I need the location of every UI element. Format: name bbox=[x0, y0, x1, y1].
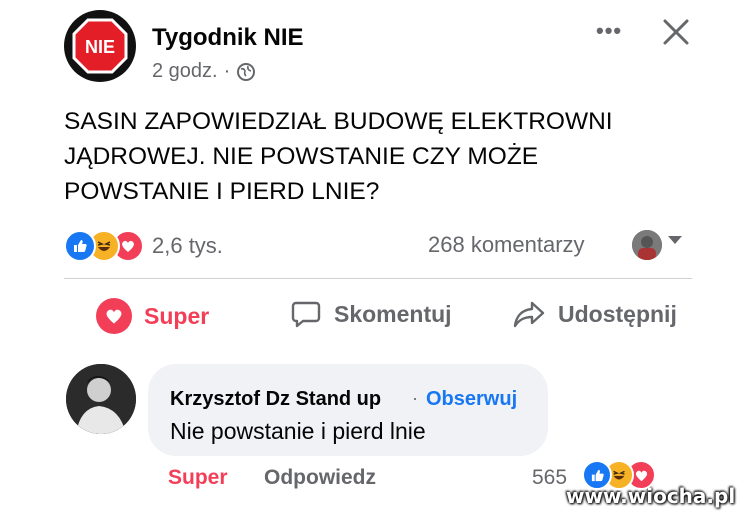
logo-text: NIE bbox=[85, 37, 115, 57]
viewer-avatar[interactable] bbox=[632, 230, 662, 260]
commenter-avatar[interactable] bbox=[66, 364, 136, 434]
comments-count[interactable]: 268 komentarzy bbox=[428, 232, 585, 258]
reply-button[interactable]: Odpowiedz bbox=[264, 466, 376, 490]
comment-icon bbox=[291, 301, 321, 328]
meta-separator: · bbox=[223, 60, 231, 82]
chevron-down-icon[interactable] bbox=[668, 236, 682, 244]
comment-super-button[interactable]: Super bbox=[168, 466, 228, 490]
comment-button[interactable]: Skomentuj bbox=[290, 298, 452, 330]
heart-icon bbox=[96, 298, 132, 334]
more-options-button[interactable]: ••• bbox=[596, 18, 622, 44]
comment-text: Nie powstanie i pierd lnie bbox=[170, 418, 426, 444]
follow-button[interactable]: Obserwuj bbox=[426, 388, 517, 411]
comment-separator: · bbox=[412, 388, 418, 408]
stop-sign-logo: NIE bbox=[72, 18, 128, 74]
share-button[interactable]: Udostępnij bbox=[512, 298, 677, 330]
share-icon bbox=[513, 301, 545, 328]
like-reaction-icon bbox=[582, 460, 612, 490]
comment-reaction-icons[interactable] bbox=[582, 460, 656, 490]
close-icon[interactable] bbox=[660, 16, 692, 48]
comment-label: Skomentuj bbox=[334, 300, 452, 327]
globe-icon bbox=[237, 62, 256, 81]
reaction-summary[interactable]: 2,6 tys. bbox=[64, 230, 223, 262]
comment-author[interactable]: Krzysztof Dz Stand up bbox=[170, 388, 381, 411]
divider bbox=[64, 278, 692, 279]
post-meta: 2 godz. · bbox=[152, 60, 256, 83]
page-avatar[interactable]: NIE bbox=[64, 10, 136, 82]
post-time[interactable]: 2 godz. bbox=[152, 60, 218, 83]
like-reaction-icon bbox=[64, 230, 96, 262]
post-text: SASIN ZAPOWIEDZIAŁ BUDOWĘ ELEKTROWNI JĄD… bbox=[64, 108, 613, 205]
super-label: Super bbox=[144, 302, 210, 329]
page-name[interactable]: Tygodnik NIE bbox=[152, 24, 304, 52]
comment-reaction-count[interactable]: 565 bbox=[532, 466, 567, 490]
reaction-count: 2,6 tys. bbox=[152, 233, 223, 258]
share-label: Udostępnij bbox=[558, 300, 677, 327]
super-reaction-button[interactable]: Super bbox=[96, 298, 209, 334]
